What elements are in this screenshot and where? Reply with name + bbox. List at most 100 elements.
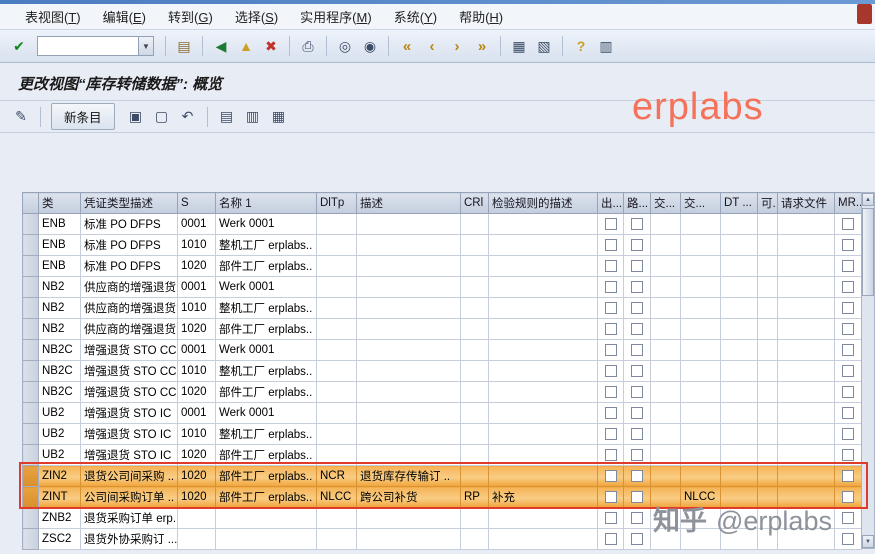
cell-type[interactable]: ZIN2 xyxy=(38,465,81,487)
cell-s[interactable]: 1020 xyxy=(177,465,216,487)
column-header-jiao1[interactable]: 交... xyxy=(650,192,681,214)
enter-icon[interactable]: ✔ xyxy=(8,35,30,57)
cell-s[interactable] xyxy=(177,507,216,529)
cell-dltp[interactable] xyxy=(316,234,357,256)
row-selector[interactable] xyxy=(22,486,39,508)
cell-dltp_desc[interactable] xyxy=(356,402,461,424)
cell-dt[interactable] xyxy=(720,234,758,256)
cell-name1[interactable]: 整机工厂 erplabs.. xyxy=(215,423,317,445)
cell-jiao2[interactable] xyxy=(680,213,721,235)
cell-type[interactable]: ZSC2 xyxy=(38,528,81,550)
cell-s[interactable]: 1020 xyxy=(177,444,216,466)
cell-req[interactable] xyxy=(777,255,835,277)
cell-dltp_desc[interactable] xyxy=(356,255,461,277)
checkbox-chk_route[interactable] xyxy=(631,511,643,524)
cell-dt[interactable] xyxy=(720,360,758,382)
cell-req[interactable] xyxy=(777,402,835,424)
command-dropdown-icon[interactable]: ▼ xyxy=(138,37,153,55)
cell-jiao1[interactable] xyxy=(650,318,681,340)
checkbox-chk_mr[interactable] xyxy=(842,385,854,398)
row-selector[interactable] xyxy=(22,234,39,256)
row-selector[interactable] xyxy=(22,276,39,298)
row-selector[interactable] xyxy=(22,507,39,529)
cell-jiao1[interactable] xyxy=(650,360,681,382)
menu-item-H[interactable]: 帮助(H) xyxy=(450,4,512,29)
cell-jiao2[interactable] xyxy=(680,339,721,361)
cell-ke[interactable] xyxy=(757,360,778,382)
menu-item-M[interactable]: 实用程序(M) xyxy=(291,4,381,29)
cell-crl[interactable] xyxy=(460,255,489,277)
row-selector[interactable] xyxy=(22,444,39,466)
cell-dltp[interactable] xyxy=(316,213,357,235)
cell-type[interactable]: NB2 xyxy=(38,297,81,319)
cell-type_desc[interactable]: 标准 PO DFPS xyxy=(80,255,178,277)
checkbox-chk_mr[interactable] xyxy=(842,490,854,503)
cell-name1[interactable]: 部件工厂 erplabs.. xyxy=(215,486,317,508)
vertical-scrollbar[interactable]: ▲ ▼ xyxy=(861,192,875,549)
last-page-icon[interactable]: » xyxy=(471,35,493,57)
cell-dltp[interactable] xyxy=(316,381,357,403)
cell-rule_desc[interactable] xyxy=(488,318,598,340)
menu-item-T[interactable]: 表视图(T) xyxy=(16,4,90,29)
column-header-dt[interactable]: DT ... xyxy=(720,192,758,214)
cell-rule_desc[interactable] xyxy=(488,276,598,298)
cancel-icon[interactable]: ✖ xyxy=(260,35,282,57)
cell-dltp_desc[interactable] xyxy=(356,297,461,319)
checkbox-chk_mr[interactable] xyxy=(842,280,854,293)
menu-item-S[interactable]: 选择(S) xyxy=(226,4,287,29)
cell-type[interactable]: UB2 xyxy=(38,402,81,424)
cell-rule_desc[interactable] xyxy=(488,213,598,235)
cell-jiao1[interactable] xyxy=(650,465,681,487)
row-selector[interactable] xyxy=(22,255,39,277)
checkbox-chk_route[interactable] xyxy=(631,448,643,461)
cell-dt[interactable] xyxy=(720,423,758,445)
new-entries-button[interactable]: 新条目 xyxy=(51,103,115,130)
cell-jiao2[interactable] xyxy=(680,297,721,319)
checkbox-chk_out[interactable] xyxy=(604,343,617,356)
cell-s[interactable]: 1020 xyxy=(177,255,216,277)
cell-name1[interactable] xyxy=(215,528,317,550)
column-header-dltp[interactable]: DlTp xyxy=(316,192,357,214)
checkbox-chk_mr[interactable] xyxy=(842,532,854,545)
menu-item-E[interactable]: 编辑(E) xyxy=(94,4,155,29)
cell-name1[interactable]: Werk 0001 xyxy=(215,402,317,424)
column-header-ke[interactable]: 可. xyxy=(757,192,778,214)
column-header-dltp_desc[interactable]: 描述 xyxy=(356,192,461,214)
scroll-down-button[interactable]: ▼ xyxy=(862,535,874,548)
copy-as-icon[interactable]: ▣ xyxy=(125,106,147,128)
cell-rule_desc[interactable]: 补充 xyxy=(488,486,598,508)
column-header-chk_route[interactable]: 路... xyxy=(623,192,651,214)
cell-s[interactable]: 1020 xyxy=(177,381,216,403)
back-icon[interactable]: ◀ xyxy=(210,35,232,57)
cell-type_desc[interactable]: 增强退货 STO IC xyxy=(80,402,178,424)
cell-jiao2[interactable] xyxy=(680,276,721,298)
row-selector[interactable] xyxy=(22,318,39,340)
checkbox-chk_out[interactable] xyxy=(604,301,617,314)
cell-req[interactable] xyxy=(777,234,835,256)
cell-s[interactable]: 0001 xyxy=(177,276,216,298)
checkbox-chk_route[interactable] xyxy=(631,427,643,440)
cell-type_desc[interactable]: 增强退货 STO CC xyxy=(80,360,178,382)
cell-jiao1[interactable] xyxy=(650,423,681,445)
cell-crl[interactable] xyxy=(460,213,489,235)
cell-type_desc[interactable]: 供应商的增强退货 xyxy=(80,318,178,340)
column-header-chk_out[interactable]: 出... xyxy=(597,192,624,214)
cell-s[interactable]: 0001 xyxy=(177,339,216,361)
cell-crl[interactable] xyxy=(460,381,489,403)
row-selector[interactable] xyxy=(22,465,39,487)
cell-name1[interactable]: Werk 0001 xyxy=(215,339,317,361)
cell-req[interactable] xyxy=(777,423,835,445)
new-session-icon[interactable]: ▦ xyxy=(508,35,530,57)
checkbox-chk_out[interactable] xyxy=(604,322,617,335)
prev-page-icon[interactable]: ‹ xyxy=(421,35,443,57)
checkbox-chk_mr[interactable] xyxy=(842,469,854,482)
cell-name1[interactable]: Werk 0001 xyxy=(215,213,317,235)
checkbox-chk_out[interactable] xyxy=(604,532,617,545)
cell-jiao1[interactable] xyxy=(650,444,681,466)
cell-type[interactable]: NB2C xyxy=(38,381,81,403)
checkbox-chk_mr[interactable] xyxy=(842,448,854,461)
cell-type_desc[interactable]: 增强退货 STO IC xyxy=(80,444,178,466)
cell-ke[interactable] xyxy=(757,297,778,319)
save-icon[interactable]: ▤ xyxy=(173,35,195,57)
cell-rule_desc[interactable] xyxy=(488,465,598,487)
